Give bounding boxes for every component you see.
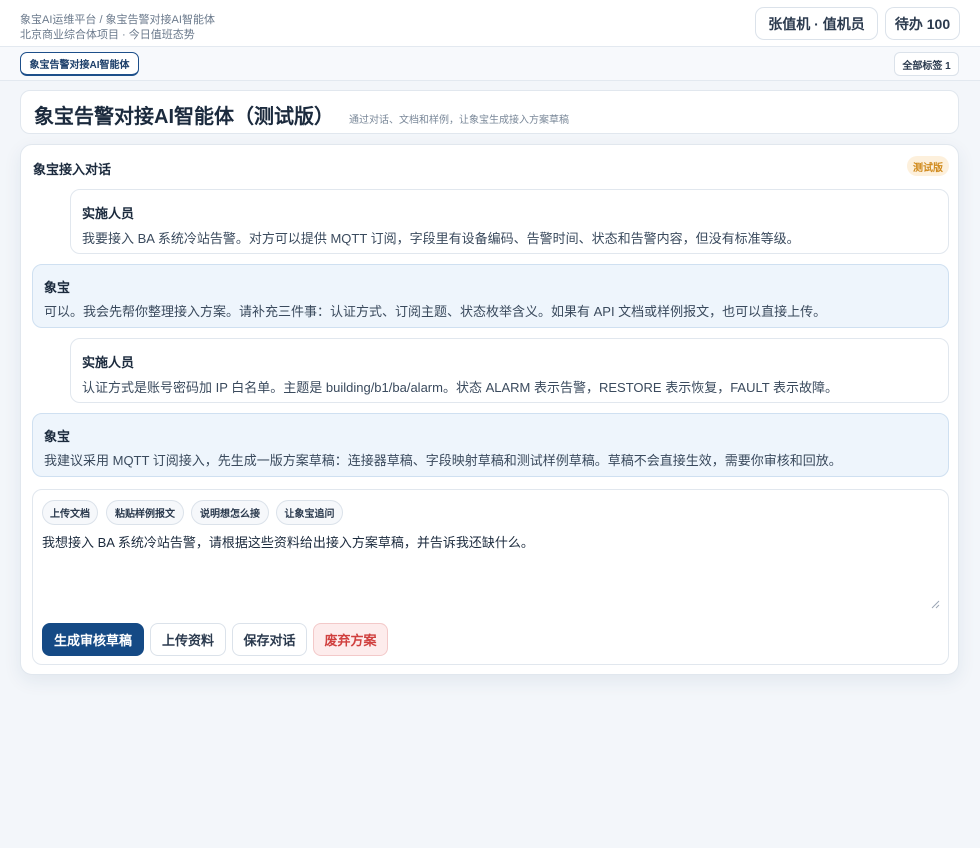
message-sender: 实施人员 [82, 206, 135, 221]
message-sender: 象宝 [44, 280, 71, 295]
upload-doc-chip[interactable]: 上传文档 [42, 500, 98, 525]
message-bot: 象宝 我建议采用 MQTT 订阅接入，先生成一版方案草稿：连接器草稿、字段映射草… [32, 413, 949, 477]
conversation-panel: 象宝接入对话 测试版 实施人员 我要接入 BA 系统冷站告警。对方可以提供 MQ… [20, 144, 959, 675]
header-subtitle: 北京商业综合体项目 · 今日值班态势 [20, 29, 195, 41]
user-menu-button[interactable]: 张值机 · 值机员 [755, 7, 878, 40]
top-header: 象宝AI运维平台 / 象宝告警对接AI智能体 北京商业综合体项目 · 今日值班态… [0, 0, 980, 47]
message-input[interactable]: 我想接入 BA 系统冷站告警，请根据这些资料给出接入方案草稿，并告诉我还缺什么。 [42, 534, 941, 610]
message-user: 实施人员 认证方式是账号密码加 IP 白名单。主题是 building/b1/b… [70, 338, 949, 403]
generate-draft-button[interactable]: 生成审核草稿 [42, 623, 144, 656]
message-sender: 实施人员 [82, 355, 135, 370]
ask-followup-chip[interactable]: 让象宝追问 [276, 500, 343, 525]
describe-approach-chip[interactable]: 说明想怎么接 [191, 500, 269, 525]
resize-handle-icon[interactable] [930, 599, 940, 609]
paste-sample-chip[interactable]: 粘贴样例报文 [106, 500, 184, 525]
discard-plan-button[interactable]: 废弃方案 [313, 623, 388, 656]
tab-xiangbao-agent[interactable]: 象宝告警对接AI智能体 [20, 52, 139, 76]
page-title: 象宝告警对接AI智能体（测试版） [34, 106, 334, 128]
upload-material-button[interactable]: 上传资料 [150, 623, 226, 656]
beta-badge: 测试版 [907, 156, 949, 176]
all-tags-button[interactable]: 全部标签 1 [894, 52, 959, 76]
conversation-title: 象宝接入对话 [33, 162, 112, 177]
todo-button[interactable]: 待办 100 [885, 7, 960, 40]
page-description: 通过对话、文档和样例，让象宝生成接入方案草稿 [349, 115, 569, 126]
message-text: 我要接入 BA 系统冷站告警。对方可以提供 MQTT 订阅，字段里有设备编码、告… [82, 231, 800, 246]
message-text: 我建议采用 MQTT 订阅接入，先生成一版方案草稿：连接器草稿、字段映射草稿和测… [44, 453, 842, 468]
tab-strip: 象宝告警对接AI智能体 全部标签 1 [0, 47, 980, 81]
page-title-card: 象宝告警对接AI智能体（测试版） 通过对话、文档和样例，让象宝生成接入方案草稿 [20, 90, 959, 134]
message-composer: 上传文档 粘贴样例报文 说明想怎么接 让象宝追问 我想接入 BA 系统冷站告警，… [32, 489, 949, 665]
message-text: 认证方式是账号密码加 IP 白名单。主题是 building/b1/ba/ala… [82, 380, 839, 395]
save-conversation-button[interactable]: 保存对话 [232, 623, 307, 656]
message-user: 实施人员 我要接入 BA 系统冷站告警。对方可以提供 MQTT 订阅，字段里有设… [70, 189, 949, 254]
message-sender: 象宝 [44, 429, 71, 444]
breadcrumb: 象宝AI运维平台 / 象宝告警对接AI智能体 [20, 14, 215, 26]
message-bot: 象宝 可以。我会先帮你整理接入方案。请补充三件事：认证方式、订阅主题、状态枚举含… [32, 264, 949, 328]
message-text: 可以。我会先帮你整理接入方案。请补充三件事：认证方式、订阅主题、状态枚举含义。如… [44, 304, 827, 319]
